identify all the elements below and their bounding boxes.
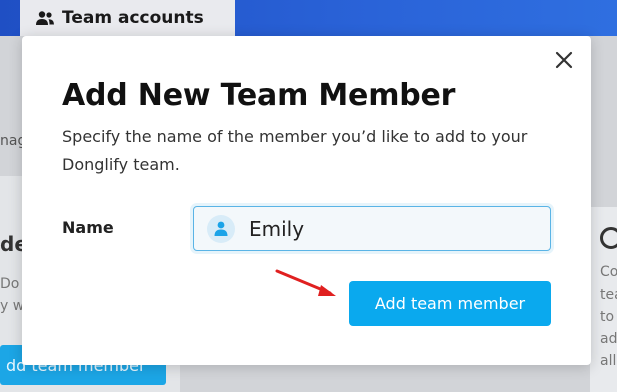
bg-card-text: y w: [0, 298, 25, 314]
bg-card-text: to: [600, 309, 615, 325]
name-label: Name: [62, 218, 114, 237]
bg-card-text: Co: [600, 264, 617, 280]
bg-card-right: Co tea to ad all: [590, 207, 617, 392]
dialog-description: Specify the name of the member you’d lik…: [62, 127, 528, 174]
close-button[interactable]: [554, 50, 574, 70]
tab-label: Team accounts: [62, 8, 204, 28]
compass-icon: [600, 227, 617, 249]
team-icon: [36, 11, 54, 25]
user-icon: [207, 214, 235, 243]
add-member-dialog: Add New Team Member Specify the name of …: [22, 36, 591, 365]
dialog-title: Add New Team Member: [62, 78, 456, 113]
annotation-arrow-icon: [275, 269, 336, 296]
bg-card-text: all: [600, 353, 617, 369]
name-input[interactable]: Emily: [193, 206, 551, 251]
close-icon: [555, 51, 573, 69]
add-team-member-button[interactable]: Add team member: [349, 281, 551, 326]
tab-team-accounts[interactable]: Team accounts: [20, 0, 235, 36]
bg-card-text: Do: [0, 276, 20, 292]
name-input-value: Emily: [249, 216, 305, 241]
bg-card-text: ad: [600, 331, 617, 347]
bg-card-text: tea: [600, 287, 617, 303]
